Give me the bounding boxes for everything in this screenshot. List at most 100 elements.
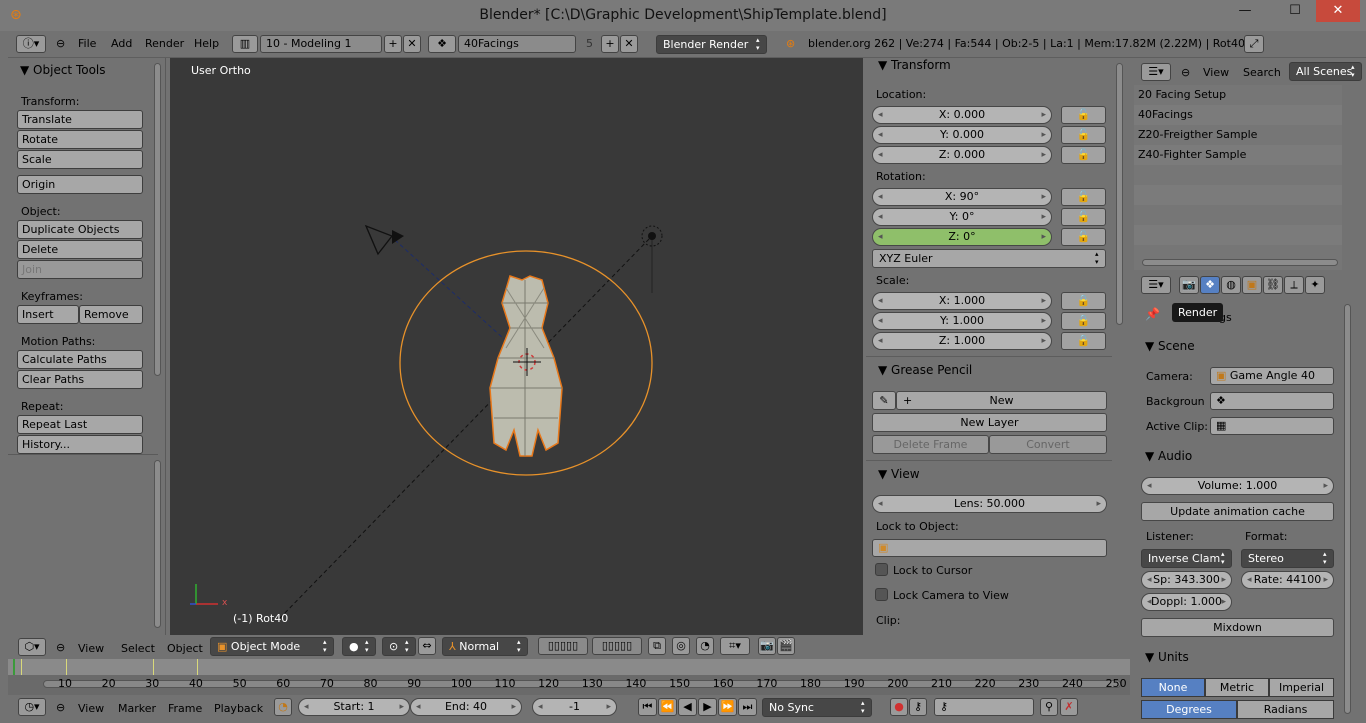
repeat-last-button[interactable]: Repeat Last xyxy=(17,415,143,434)
add-screen-icon[interactable]: + xyxy=(384,35,402,53)
lock-loc-z-icon[interactable]: 🔓 xyxy=(1061,146,1106,164)
shading-select[interactable]: ● xyxy=(342,637,376,656)
lock-camera-checkbox[interactable] xyxy=(875,588,888,601)
tools-scrollbar[interactable] xyxy=(154,63,161,376)
play-reverse-icon[interactable]: ◀ xyxy=(678,698,697,716)
view-panel-title[interactable]: ▼ View xyxy=(878,467,920,481)
delete-keyframe-icon[interactable]: ✗ xyxy=(1060,698,1078,716)
translate-button[interactable]: Translate xyxy=(17,110,143,129)
outliner-item[interactable]: 40Facings xyxy=(1134,105,1342,125)
transform-orientation-select[interactable]: ⅄ Normal xyxy=(442,637,528,656)
scale-button[interactable]: Scale xyxy=(17,150,143,169)
rotation-y-field[interactable]: Y: 0° xyxy=(872,208,1052,226)
grease-pencil-panel-title[interactable]: ▼ Grease Pencil xyxy=(878,363,972,377)
unit-imperial-button[interactable]: Imperial xyxy=(1269,678,1334,697)
lock-scale-y-icon[interactable]: 🔒 xyxy=(1061,312,1106,330)
unit-radians-button[interactable]: Radians xyxy=(1237,700,1334,719)
update-animation-cache-button[interactable]: Update animation cache xyxy=(1141,502,1334,521)
pencil-icon[interactable]: ✎ xyxy=(872,391,896,410)
scale-z-field[interactable]: Z: 1.000 xyxy=(872,332,1052,350)
prev-keyframe-icon[interactable]: ⏪ xyxy=(658,698,677,716)
proportional-edit-icon[interactable]: ◔ xyxy=(696,637,714,655)
view3d-editor-icon[interactable]: ⬡▾ xyxy=(18,638,46,656)
keying-set-field[interactable]: ⚷ xyxy=(934,698,1034,716)
data-tab-icon[interactable]: ⟂ xyxy=(1284,276,1304,294)
current-frame-field[interactable]: -1 xyxy=(532,698,617,716)
unit-none-button[interactable]: None xyxy=(1141,678,1205,697)
maximize-button[interactable]: ☐ xyxy=(1280,0,1310,22)
delete-button[interactable]: Delete xyxy=(17,240,143,259)
record-icon[interactable]: ● xyxy=(890,698,908,716)
audio-panel-title[interactable]: ▼ Audio xyxy=(1145,449,1192,463)
lock-object-field[interactable]: ▣ xyxy=(872,539,1107,557)
listener-select[interactable]: Inverse Clam xyxy=(1141,549,1232,568)
start-frame-field[interactable]: Start: 1 xyxy=(298,698,410,716)
properties-editor-icon[interactable]: ☰▾ xyxy=(1141,276,1171,294)
end-frame-field[interactable]: End: 40 xyxy=(410,698,522,716)
render-engine-select[interactable]: Blender Render xyxy=(656,35,767,54)
3d-viewport[interactable]: User Ortho x (-1) Rot40 xyxy=(170,58,863,635)
doppler-field[interactable]: Doppl: 1.000 xyxy=(1141,593,1232,611)
view3d-view-menu[interactable]: View xyxy=(78,640,104,659)
material-tab-icon[interactable]: ✦ xyxy=(1305,276,1325,294)
remove-screen-icon[interactable]: ✕ xyxy=(403,35,421,53)
remove-keyframe-button[interactable]: Remove xyxy=(79,305,143,324)
lens-field[interactable]: Lens: 50.000 xyxy=(872,495,1107,513)
location-x-field[interactable]: X: 0.000 xyxy=(872,106,1052,124)
interaction-mode-select[interactable]: ▣ Object Mode xyxy=(210,637,334,656)
duplicate-objects-button[interactable]: Duplicate Objects xyxy=(17,220,143,239)
tools-lower-scrollbar[interactable] xyxy=(154,460,161,628)
lock-rot-z-icon[interactable]: 🔓 xyxy=(1061,228,1106,246)
lock-rot-x-icon[interactable]: 🔓 xyxy=(1061,188,1106,206)
scene-tab-icon[interactable]: ❖ xyxy=(1200,276,1220,294)
timeline-playback-menu[interactable]: Playback xyxy=(214,700,263,719)
menu-help[interactable]: Help xyxy=(194,35,219,54)
rotation-mode-select[interactable]: XYZ Euler xyxy=(872,249,1106,268)
calculate-paths-button[interactable]: Calculate Paths xyxy=(17,350,143,369)
volume-field[interactable]: Volume: 1.000 xyxy=(1141,477,1334,495)
sync-mode-select[interactable]: No Sync xyxy=(762,698,872,717)
origin-button[interactable]: Origin xyxy=(17,175,143,194)
minimize-button[interactable]: — xyxy=(1230,0,1260,22)
location-z-field[interactable]: Z: 0.000 xyxy=(872,146,1052,164)
transform-panel-title[interactable]: ▼ Transform xyxy=(878,58,951,72)
menu-add[interactable]: Add xyxy=(111,35,132,54)
lock-rot-y-icon[interactable]: 🔓 xyxy=(1061,208,1106,226)
remove-scene-icon[interactable]: ✕ xyxy=(620,35,638,53)
play-icon[interactable]: ▶ xyxy=(698,698,717,716)
constraints-tab-icon[interactable]: ⛓ xyxy=(1263,276,1283,294)
next-keyframe-icon[interactable]: ⏩ xyxy=(718,698,737,716)
delete-frame-button[interactable]: Delete Frame xyxy=(872,435,989,454)
lock-scale-z-icon[interactable]: 🔒 xyxy=(1061,332,1106,350)
active-clip-field[interactable]: ▦ xyxy=(1210,417,1334,435)
menu-render[interactable]: Render xyxy=(145,35,184,54)
outliner-view-menu[interactable]: View xyxy=(1203,64,1229,83)
render-tab-icon[interactable]: 📷 xyxy=(1179,276,1199,294)
rotation-z-field[interactable]: Z: 0° xyxy=(872,228,1052,246)
timeline-keyframe-strip[interactable] xyxy=(8,659,1130,675)
insert-keyframe-button[interactable]: Insert xyxy=(17,305,79,324)
collapse-icon[interactable]: ⊖ xyxy=(1181,64,1190,83)
rotate-button[interactable]: Rotate xyxy=(17,130,143,149)
outliner-item[interactable]: Z40-Fighter Sample xyxy=(1134,145,1342,165)
render-still-icon[interactable]: 📷 xyxy=(758,637,776,655)
properties-scrollbar[interactable] xyxy=(1116,63,1123,325)
screen-layout-field[interactable]: 10 - Modeling 1 xyxy=(260,35,382,53)
camera-object[interactable] xyxy=(364,224,404,256)
render-props-scrollbar[interactable] xyxy=(1344,304,1351,714)
render-animation-icon[interactable]: 🎬 xyxy=(777,637,795,655)
location-y-field[interactable]: Y: 0.000 xyxy=(872,126,1052,144)
object-tools-title[interactable]: ▼ Object Tools xyxy=(20,63,106,77)
mixdown-button[interactable]: Mixdown xyxy=(1141,618,1334,637)
insert-keyframe-icon[interactable]: ⚲ xyxy=(1040,698,1058,716)
editor-type-info-icon[interactable]: ⓘ▾ xyxy=(16,35,46,53)
jump-end-icon[interactable]: ⏭ xyxy=(738,698,757,716)
format-select[interactable]: Stereo xyxy=(1241,549,1334,568)
convert-button[interactable]: Convert xyxy=(989,435,1107,454)
collapse-icon[interactable]: ⊖ xyxy=(56,35,65,54)
screen-layout-icon[interactable]: ▥ xyxy=(232,35,258,53)
scale-x-field[interactable]: X: 1.000 xyxy=(872,292,1052,310)
timeline-editor-icon[interactable]: ◷▾ xyxy=(18,698,46,716)
unit-degrees-button[interactable]: Degrees xyxy=(1141,700,1237,719)
unit-metric-button[interactable]: Metric xyxy=(1205,678,1269,697)
